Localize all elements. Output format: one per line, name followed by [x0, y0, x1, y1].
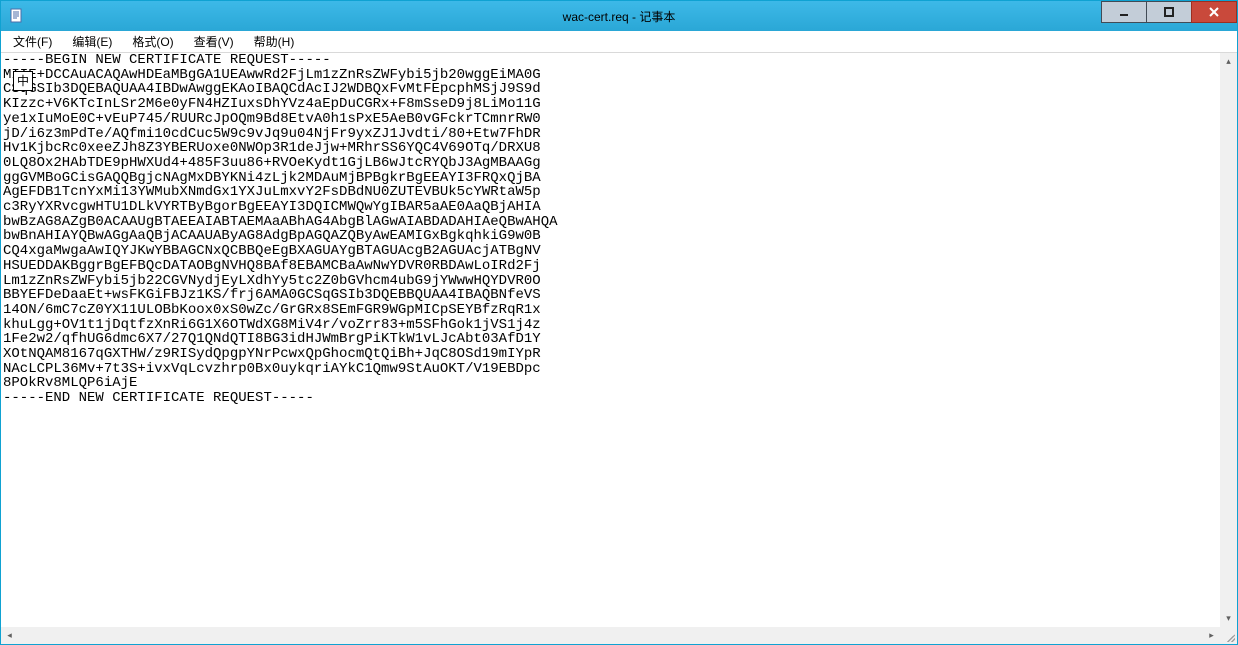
- scroll-left-icon[interactable]: ◂: [1, 627, 18, 644]
- minimize-button[interactable]: [1101, 1, 1147, 23]
- scroll-up-icon[interactable]: ▴: [1220, 53, 1237, 70]
- menu-help[interactable]: 帮助(H): [250, 31, 299, 52]
- client-area: -----BEGIN NEW CERTIFICATE REQUEST----- …: [1, 53, 1237, 644]
- vertical-scrollbar[interactable]: ▴ ▾: [1220, 53, 1237, 627]
- app-icon: [7, 6, 27, 26]
- editor[interactable]: -----BEGIN NEW CERTIFICATE REQUEST----- …: [1, 53, 1237, 644]
- scroll-right-icon[interactable]: ▸: [1203, 627, 1220, 644]
- window-title: wac-cert.req - 记事本: [1, 8, 1237, 25]
- horizontal-scrollbar[interactable]: ◂ ▸: [1, 627, 1220, 644]
- window-controls: [1101, 1, 1237, 31]
- scroll-down-icon[interactable]: ▾: [1220, 610, 1237, 627]
- menu-format[interactable]: 格式(O): [128, 31, 177, 52]
- menu-view[interactable]: 查看(V): [190, 31, 238, 52]
- maximize-button[interactable]: [1146, 1, 1192, 23]
- text-content[interactable]: -----BEGIN NEW CERTIFICATE REQUEST----- …: [1, 53, 1237, 644]
- menu-file[interactable]: 文件(F): [9, 31, 56, 52]
- menubar: 文件(F) 编辑(E) 格式(O) 查看(V) 帮助(H): [1, 31, 1237, 53]
- resize-grip[interactable]: [1220, 627, 1237, 644]
- titlebar[interactable]: wac-cert.req - 记事本: [1, 1, 1237, 31]
- close-button[interactable]: [1191, 1, 1237, 23]
- window: wac-cert.req - 记事本 文件(F) 编辑(E) 格式(O) 查看(…: [0, 0, 1238, 645]
- menu-edit[interactable]: 编辑(E): [68, 31, 116, 52]
- ime-indicator: 中: [13, 71, 33, 91]
